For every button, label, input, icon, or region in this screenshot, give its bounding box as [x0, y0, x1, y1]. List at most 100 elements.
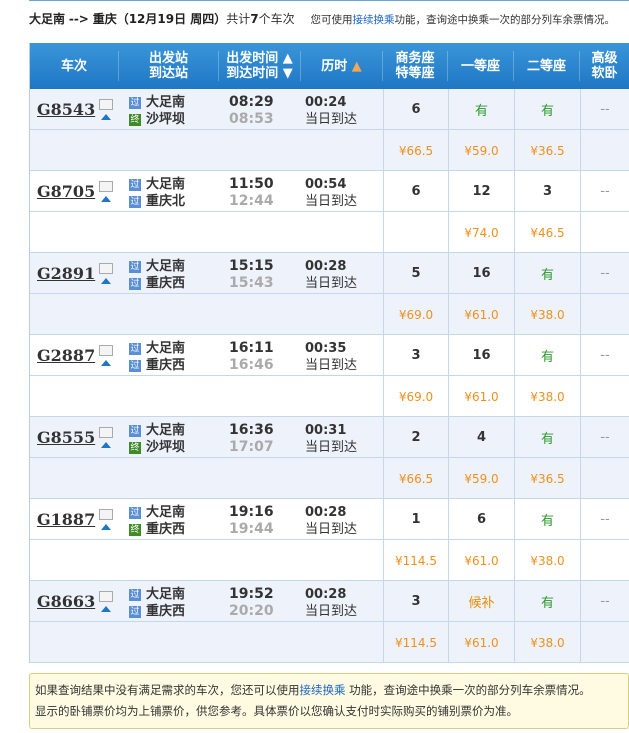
- from-station: 大足南: [146, 95, 186, 110]
- pass-station-icon: 过: [129, 277, 141, 290]
- second-class-seat: 有: [514, 89, 580, 130]
- col-train: 车次: [30, 51, 119, 81]
- train-number-link[interactable]: G2891: [37, 264, 95, 283]
- note-line2: 显示的卧铺票价均为上铺票价，供您参考。具体票价以您确认支付时实际购买的铺别票价为…: [35, 704, 518, 718]
- price-row: ¥66.5 ¥59.0 ¥36.5: [30, 458, 629, 499]
- price-row: ¥114.5 ¥61.0 ¥38.0: [30, 622, 629, 663]
- duration: 00:28: [305, 259, 347, 274]
- train-info-icon[interactable]: [99, 427, 114, 438]
- first-class-price: ¥61.0: [448, 294, 514, 335]
- train-number-link[interactable]: G1887: [37, 510, 95, 529]
- soft-label-1: 高级: [591, 51, 618, 66]
- col-arrive-time[interactable]: 到达时间: [226, 66, 278, 81]
- business-price: ¥69.0: [383, 294, 448, 335]
- train-count: 7: [250, 12, 259, 26]
- to-station: 沙坪坝: [146, 112, 186, 127]
- query-summary: 大足南 --> 重庆（12月19日 周四）共计7个车次 您可使用接续换乘功能，查…: [29, 11, 629, 28]
- price-row-spacer: [30, 212, 383, 253]
- times-cell: 19:52 20:20: [219, 581, 301, 622]
- duration-cell: 00:54 当日到达: [301, 171, 383, 212]
- duration: 00:35: [305, 341, 347, 356]
- note-transfer-link[interactable]: 接续换乘: [300, 683, 346, 697]
- train-number-cell: G8543: [30, 89, 119, 130]
- sort-down-icon[interactable]: ▼: [283, 66, 293, 81]
- arrive-time: 12:44: [229, 193, 274, 209]
- train-number-link[interactable]: G8555: [37, 428, 95, 447]
- col-soft-sleeper: 高级 软卧: [580, 51, 629, 81]
- duration-cell: 00:24 当日到达: [301, 89, 383, 130]
- first-class-seat: 6: [448, 499, 514, 540]
- depart-time: 08:29: [229, 94, 274, 110]
- arrive-time: 17:07: [229, 439, 274, 455]
- expand-arrow-icon[interactable]: [101, 360, 112, 366]
- train-number-link[interactable]: G2887: [37, 346, 95, 365]
- train-number-cell: G8663: [30, 581, 119, 622]
- soft-sleeper-price: [580, 622, 629, 663]
- second-class-seat: 有: [514, 417, 580, 458]
- train-info-icon[interactable]: [99, 181, 114, 192]
- business-seat: 3: [383, 335, 448, 376]
- train-number-link[interactable]: G8663: [37, 592, 95, 611]
- business-seat: 6: [383, 89, 448, 130]
- expand-arrow-icon[interactable]: [101, 524, 112, 530]
- second-class-seat: 有: [514, 253, 580, 294]
- soft-sleeper-price: [580, 294, 629, 335]
- to-station: 重庆西: [146, 358, 186, 373]
- times-cell: 16:36 17:07: [219, 417, 301, 458]
- train-row[interactable]: G8555 过大足南终沙坪坝 16:36 17:07 00:31 当日到达 2 4 …: [30, 417, 629, 458]
- business-price: ¥114.5: [383, 622, 448, 663]
- train-info-icon[interactable]: [99, 345, 114, 356]
- train-info-icon[interactable]: [99, 99, 114, 110]
- transfer-link[interactable]: 接续换乘: [353, 14, 395, 26]
- query-date: （12月19日 周四）: [116, 12, 227, 26]
- train-number-link[interactable]: G8705: [37, 182, 95, 201]
- arrival-day: 当日到达: [305, 276, 358, 291]
- col-duration[interactable]: 历时 ▲: [301, 51, 383, 81]
- price-row-spacer: [30, 622, 383, 663]
- second-class-seat: 3: [514, 171, 580, 212]
- train-info-icon[interactable]: [99, 509, 114, 520]
- price-row-spacer: [30, 376, 383, 417]
- train-row[interactable]: G8663 过大足南过重庆西 19:52 20:20 00:28 当日到达 3 候补…: [30, 581, 629, 622]
- col-depart-time[interactable]: 出发时间: [226, 51, 278, 66]
- pass-station-icon: 过: [129, 96, 141, 109]
- depart-time: 16:11: [229, 340, 274, 356]
- soft-sleeper-seat: --: [580, 499, 629, 540]
- to-city: 重庆: [92, 12, 117, 26]
- expand-arrow-icon[interactable]: [101, 114, 112, 120]
- arrival-day: 当日到达: [305, 358, 358, 373]
- special-label: 特等座: [395, 66, 435, 81]
- train-number-cell: G1887: [30, 499, 119, 540]
- duration-label[interactable]: 历时: [321, 59, 347, 74]
- train-row[interactable]: G1887 过大足南终重庆西 19:16 19:44 00:28 当日到达 1 6 …: [30, 499, 629, 540]
- from-station: 大足南: [146, 259, 186, 274]
- train-row[interactable]: G2887 过大足南过重庆西 16:11 16:46 00:35 当日到达 3 16…: [30, 335, 629, 376]
- expand-arrow-icon[interactable]: [101, 606, 112, 612]
- to-station: 沙坪坝: [146, 440, 186, 455]
- soft-sleeper-seat: --: [580, 335, 629, 376]
- first-class-price: ¥59.0: [448, 130, 514, 171]
- pass-station-icon: 过: [129, 605, 141, 618]
- train-row[interactable]: G8543 过大足南终沙坪坝 08:29 08:53 00:24 当日到达 6 有 …: [30, 89, 629, 130]
- expand-arrow-icon[interactable]: [101, 278, 112, 284]
- duration-cell: 00:28 当日到达: [301, 499, 383, 540]
- pass-station-icon: 过: [129, 359, 141, 372]
- expand-arrow-icon[interactable]: [101, 442, 112, 448]
- duration: 00:24: [305, 95, 347, 110]
- expand-arrow-icon[interactable]: [101, 196, 112, 202]
- first-class-seat: 12: [448, 171, 514, 212]
- soft-sleeper-seat: --: [580, 417, 629, 458]
- arrival-day: 当日到达: [305, 440, 358, 455]
- train-row[interactable]: G8705 过大足南过重庆北 11:50 12:44 00:54 当日到达 6 12…: [30, 171, 629, 212]
- train-info-icon[interactable]: [99, 591, 114, 602]
- soft-sleeper-price: [580, 540, 629, 581]
- train-row[interactable]: G2891 过大足南过重庆西 15:15 15:43 00:28 当日到达 5 16…: [30, 253, 629, 294]
- train-number-link[interactable]: G8543: [37, 100, 95, 119]
- col-stations: 出发站 到达站: [119, 51, 219, 81]
- count-prefix: 共计: [226, 12, 251, 26]
- sort-up-icon[interactable]: ▲: [283, 51, 293, 66]
- sort-up-icon[interactable]: ▲: [352, 59, 362, 74]
- col-times[interactable]: 出发时间 ▲ 到达时间 ▼: [219, 51, 301, 81]
- train-info-icon[interactable]: [99, 263, 114, 274]
- arrival-day: 当日到达: [305, 522, 358, 537]
